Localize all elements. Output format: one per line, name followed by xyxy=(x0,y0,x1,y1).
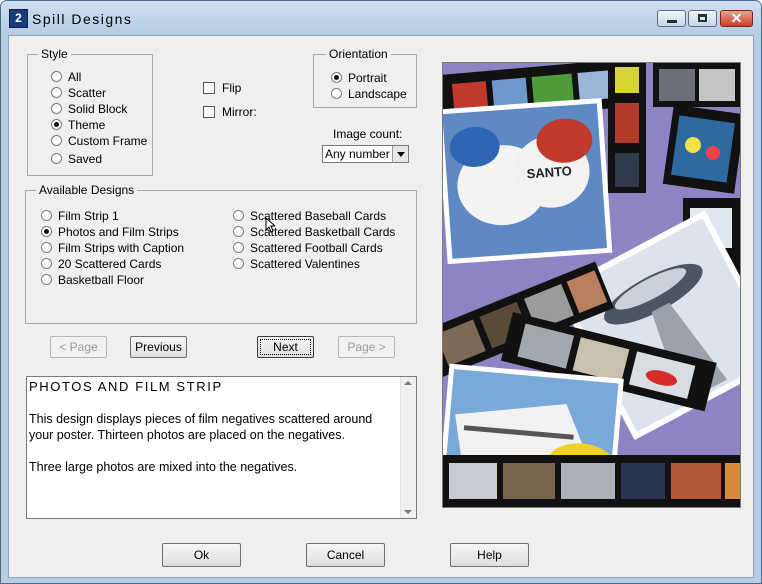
orientation-portrait[interactable]: Portrait xyxy=(331,71,387,86)
design-label: Film Strip 1 xyxy=(58,209,119,223)
style-option-theme[interactable]: Theme xyxy=(51,118,105,133)
design-20-scattered-cards[interactable]: 20 Scattered Cards xyxy=(41,257,161,272)
orientation-option-label: Landscape xyxy=(348,87,407,101)
style-option-label: Scatter xyxy=(68,86,107,100)
mouse-cursor-icon xyxy=(265,217,275,233)
design-basketball-floor[interactable]: Basketball Floor xyxy=(41,273,144,288)
ok-button[interactable]: Ok xyxy=(162,543,241,567)
flip-checkbox[interactable]: Flip xyxy=(203,81,241,96)
designs-group-label: Available Designs xyxy=(36,183,138,197)
dialog-client: Style All Scatter Solid Block Theme Cust… xyxy=(8,35,754,578)
orientation-landscape[interactable]: Landscape xyxy=(331,87,407,102)
radio-icon xyxy=(51,103,62,115)
radio-icon xyxy=(233,258,244,270)
radio-selected-icon xyxy=(51,119,62,131)
cap-photo: SANTO xyxy=(443,97,613,265)
radio-icon xyxy=(233,226,244,238)
minimize-icon xyxy=(667,20,677,23)
design-label: Film Strips with Caption xyxy=(58,241,185,255)
radio-icon xyxy=(331,88,342,100)
radio-icon xyxy=(51,153,62,165)
radio-icon xyxy=(51,71,62,83)
description-paragraph: Three large photos are mixed into the ne… xyxy=(29,460,298,474)
image-count-value: Any number xyxy=(325,147,390,161)
style-option-scatter[interactable]: Scatter xyxy=(51,86,106,101)
chevron-down-icon[interactable] xyxy=(392,146,408,162)
radio-icon xyxy=(41,274,52,286)
radio-selected-icon xyxy=(41,226,52,238)
radio-icon xyxy=(41,258,52,270)
style-option-label: All xyxy=(68,70,82,84)
checkbox-icon xyxy=(203,81,215,94)
radio-icon xyxy=(233,210,244,222)
orientation-option-label: Portrait xyxy=(348,71,387,85)
design-scattered-baseball-cards[interactable]: Scattered Baseball Cards xyxy=(233,209,386,224)
style-option-all[interactable]: All xyxy=(51,70,81,85)
description-title: PHOTOS AND FILM STRIP xyxy=(29,379,223,394)
style-option-solid-block[interactable]: Solid Block xyxy=(51,102,127,117)
radio-icon xyxy=(51,135,62,147)
close-button[interactable]: ✕ xyxy=(720,10,753,27)
design-scattered-football-cards[interactable]: Scattered Football Cards xyxy=(233,241,383,256)
design-scattered-valentines[interactable]: Scattered Valentines xyxy=(233,257,360,272)
design-film-strips-with-caption[interactable]: Film Strips with Caption xyxy=(41,241,184,256)
close-icon: ✕ xyxy=(730,10,743,26)
description-body: This design displays pieces of film nega… xyxy=(29,411,374,491)
designs-group: Available Designs Film Strip 1 Photos an… xyxy=(25,183,417,324)
image-count-label: Image count: xyxy=(333,127,403,141)
design-label: 20 Scattered Cards xyxy=(58,257,162,271)
window-title: Spill Designs xyxy=(32,11,133,27)
radio-icon xyxy=(51,87,62,99)
style-option-label: Custom Frame xyxy=(68,134,148,148)
style-option-custom-frame[interactable]: Custom Frame xyxy=(51,134,147,149)
maximize-button[interactable] xyxy=(688,10,717,27)
app-icon: 2 xyxy=(9,9,28,28)
style-group-label: Style xyxy=(38,47,71,61)
design-preview: SANTO xyxy=(442,62,741,508)
scroll-up-icon[interactable] xyxy=(404,381,412,385)
svg-text:SANTO: SANTO xyxy=(526,163,572,181)
scroll-down-icon[interactable] xyxy=(404,510,412,514)
design-label: Scattered Valentines xyxy=(250,257,360,271)
cancel-button[interactable]: Cancel xyxy=(306,543,385,567)
description-paragraph: This design displays pieces of film nega… xyxy=(29,412,373,442)
orientation-group: Orientation Portrait Landscape xyxy=(313,47,417,108)
previous-button[interactable]: Previous xyxy=(130,336,187,358)
mirror-checkbox[interactable]: Mirror: xyxy=(203,105,257,120)
description-textbox[interactable]: PHOTOS AND FILM STRIP This design displa… xyxy=(26,376,417,519)
radio-selected-icon xyxy=(331,72,342,84)
design-label: Basketball Floor xyxy=(58,273,145,287)
dialog-window: 2 Spill Designs ✕ Style All Scatter Soli… xyxy=(0,0,762,584)
style-option-saved[interactable]: Saved xyxy=(51,152,102,167)
radio-icon xyxy=(233,242,244,254)
preview-collage-image: SANTO xyxy=(443,63,740,507)
design-label: Photos and Film Strips xyxy=(58,225,179,239)
flip-label: Flip xyxy=(222,81,242,95)
radio-icon xyxy=(41,210,52,222)
design-film-strip-1[interactable]: Film Strip 1 xyxy=(41,209,119,224)
page-prev-button[interactable]: < Page xyxy=(50,336,107,358)
help-button[interactable]: Help xyxy=(450,543,529,567)
radio-icon xyxy=(41,242,52,254)
style-option-label: Solid Block xyxy=(68,102,128,116)
maximize-icon xyxy=(698,14,707,22)
checkbox-icon xyxy=(203,105,215,118)
style-group: Style All Scatter Solid Block Theme Cust… xyxy=(27,47,153,176)
design-scattered-basketball-cards[interactable]: Scattered Basketball Cards xyxy=(233,225,395,240)
orientation-group-label: Orientation xyxy=(326,47,391,61)
design-label: Scattered Football Cards xyxy=(250,241,383,255)
next-button[interactable]: Next xyxy=(257,336,314,358)
minimize-button[interactable] xyxy=(657,10,686,27)
style-option-label: Theme xyxy=(68,118,106,132)
image-count-select[interactable]: Any number xyxy=(322,145,409,163)
vertical-scrollbar[interactable] xyxy=(400,377,416,518)
mirror-label: Mirror: xyxy=(222,105,257,119)
title-bar[interactable]: 2 Spill Designs ✕ xyxy=(1,1,761,35)
style-option-label: Saved xyxy=(68,152,103,166)
page-next-button[interactable]: Page > xyxy=(338,336,395,358)
design-photos-and-film-strips[interactable]: Photos and Film Strips xyxy=(41,225,179,240)
